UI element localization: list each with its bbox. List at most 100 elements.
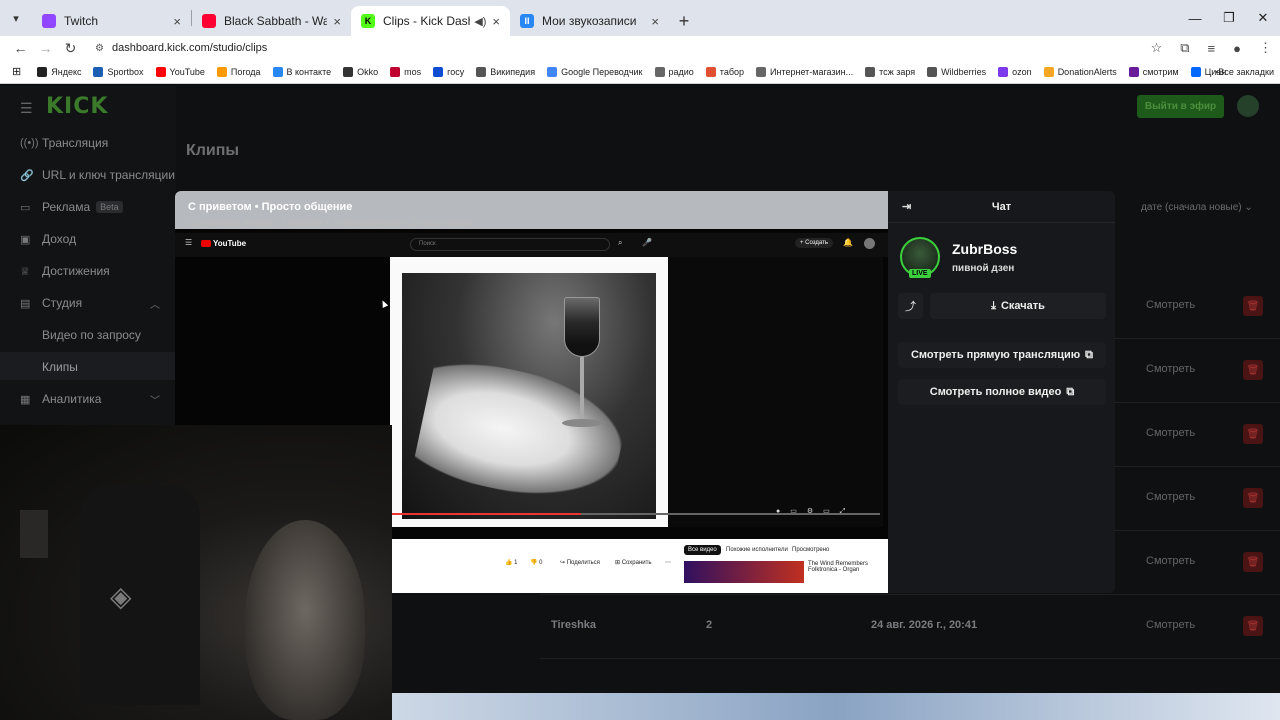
close-tab-icon[interactable]: × — [333, 14, 341, 29]
vk-favicon-icon: II — [520, 14, 534, 28]
bookmark-item[interactable]: Sportbox — [93, 66, 144, 77]
bookmark-item[interactable]: Интернет-магазин... — [756, 66, 853, 77]
bookmark-item[interactable]: Wildberries — [927, 66, 986, 77]
delete-clip-button[interactable]: 🗑 — [1243, 424, 1263, 444]
close-tab-icon[interactable]: × — [651, 14, 659, 29]
bookmark-item[interactable]: В контакте — [272, 66, 331, 77]
bookmark-item[interactable]: DonationAlerts — [1043, 66, 1117, 77]
sidebar-item-ads[interactable]: ▭ Реклама Beta — [20, 200, 123, 214]
forward-arrow-icon[interactable]: → — [33, 40, 58, 56]
bookmark-star-icon[interactable]: ☆ — [1151, 40, 1163, 56]
watch-clip-button[interactable]: Смотреть — [1146, 555, 1195, 567]
tab-vk-audio[interactable]: II Мои звукозаписи × — [510, 6, 669, 36]
restore-icon[interactable]: ❐ — [1212, 0, 1246, 36]
bookmark-item[interactable]: Википедия — [476, 66, 535, 77]
sidebar-item-achievements[interactable]: ♕ Достижения — [20, 264, 110, 278]
collapse-chat-icon[interactable]: ⇥ — [902, 200, 911, 213]
bookmark-label: YouTube — [169, 66, 205, 77]
sidebar-item-broadcast[interactable]: ((•)) Трансляция — [20, 136, 108, 150]
bookmark-favicon-icon — [216, 66, 227, 77]
watch-clip-button[interactable]: Смотреть — [1146, 491, 1195, 503]
speaker-icon[interactable]: ◀) — [474, 15, 486, 28]
delete-clip-button[interactable]: 🗑 — [1243, 616, 1263, 636]
bookmark-item[interactable]: госу — [433, 66, 464, 77]
site-info-icon[interactable]: ⚙ — [95, 43, 104, 54]
bookmark-favicon-icon — [1043, 66, 1054, 77]
bookmark-favicon-icon — [433, 66, 444, 77]
profile-avatar-icon[interactable]: ● — [1233, 41, 1241, 56]
new-tab-plus-icon[interactable]: + — [669, 6, 699, 36]
watch-clip-button[interactable]: Смотреть — [1146, 299, 1195, 311]
bookmark-item[interactable]: YouTube — [155, 66, 205, 77]
tab-youtube[interactable]: Black Sabbath - War Pigs - You × — [192, 6, 351, 36]
sidebar-item-vod[interactable]: Видео по запросу — [42, 328, 141, 342]
chevron-down-icon[interactable]: ﹀ — [150, 392, 160, 407]
close-window-icon[interactable]: ✕ — [1246, 0, 1280, 36]
sidebar-item-label: URL и ключ трансляции — [42, 168, 175, 182]
bookmark-favicon-icon — [37, 66, 48, 77]
sort-select[interactable]: дате (сначала новые) ⌄ — [1141, 202, 1253, 213]
all-bookmarks[interactable]: Все закладки — [1216, 60, 1274, 84]
bookmark-item[interactable]: Погода — [216, 66, 261, 77]
hamburger-menu-icon[interactable]: ☰ — [20, 100, 33, 117]
sidebar-item-analytics[interactable]: ▦ Аналитика — [20, 392, 101, 406]
bookmark-item[interactable]: mos — [390, 66, 421, 77]
delete-clip-button[interactable]: 🗑 — [1243, 360, 1263, 380]
toolbar-right: ☆ ⧉ ≡ ● ⋮ — [1151, 36, 1272, 60]
bookmark-item[interactable]: тсж заря — [865, 66, 915, 77]
bookmark-item[interactable]: табор — [705, 66, 744, 77]
chevron-up-icon[interactable]: ︿ — [150, 296, 160, 311]
media-control-icon[interactable]: ≡ — [1208, 41, 1216, 56]
bookmark-item[interactable]: радио — [654, 66, 694, 77]
like-value: 1 — [514, 560, 518, 566]
bookmark-item[interactable]: смотрим — [1128, 66, 1179, 77]
reload-icon[interactable]: ↻ — [58, 40, 83, 57]
go-live-button[interactable]: Выйти в эфир — [1137, 95, 1224, 118]
back-arrow-icon[interactable]: ← — [8, 40, 33, 56]
download-button[interactable]: ⤓ Скачать — [930, 293, 1106, 319]
extensions-puzzle-icon[interactable]: ⧉ — [1180, 40, 1189, 56]
progress-fill — [390, 513, 582, 515]
watch-full-label: Смотреть полное видео — [929, 386, 1062, 398]
watch-live-button[interactable]: Смотреть прямую трансляцию ⧉ — [898, 342, 1106, 368]
sidebar-item-clips[interactable]: Клипы — [42, 360, 78, 374]
tab-search-chevron-icon[interactable]: ▾ — [0, 0, 32, 36]
bookmark-label: DonationAlerts — [1057, 66, 1117, 77]
delete-clip-button[interactable]: 🗑 — [1243, 488, 1263, 508]
close-tab-icon[interactable]: × — [173, 14, 181, 29]
table-cell-author[interactable]: Tireshka — [551, 619, 596, 631]
streamer-name[interactable]: ZubrBoss — [952, 241, 1017, 257]
all-bookmarks-label: Все закладки — [1218, 67, 1274, 77]
apps-grid-icon[interactable]: ⊞ — [12, 65, 21, 78]
fullscreen-icon[interactable]: ⛶ — [853, 573, 862, 589]
bookmark-item[interactable]: Okko — [343, 66, 378, 77]
minimize-icon[interactable]: — — [1178, 0, 1212, 36]
kick-logo[interactable]: KICK — [46, 94, 108, 119]
bookmark-item[interactable]: Яндекс — [37, 66, 81, 77]
bookmark-favicon-icon — [1190, 66, 1201, 77]
bookmark-item[interactable]: ozon — [998, 66, 1032, 77]
tab-kick-clips[interactable]: K Clips - Kick Dashboard ◀) × — [351, 6, 510, 36]
bookmark-favicon-icon — [998, 66, 1009, 77]
watch-full-video-button[interactable]: Смотреть полное видео ⧉ — [898, 379, 1106, 405]
chair-logo-icon: ◈ — [110, 581, 132, 612]
url-field[interactable]: ⚙ dashboard.kick.com/studio/clips — [95, 42, 267, 54]
tab-twitch[interactable]: Twitch × — [32, 6, 191, 36]
desktop-wallpaper-strip — [392, 693, 1280, 720]
avatar[interactable] — [1237, 95, 1259, 117]
sidebar-item-income[interactable]: ▣ Доход — [20, 232, 76, 246]
close-tab-icon[interactable]: × — [492, 14, 500, 29]
stream-category[interactable]: пивной дзен — [952, 263, 1014, 274]
watch-clip-button[interactable]: Смотреть — [1146, 619, 1195, 631]
watch-clip-button[interactable]: Смотреть — [1146, 363, 1195, 375]
bookmark-favicon-icon — [93, 66, 104, 77]
delete-clip-button[interactable]: 🗑 — [1243, 296, 1263, 316]
wall-poster — [20, 510, 48, 558]
bookmark-item[interactable]: Google Переводчик — [547, 66, 643, 77]
watch-clip-button[interactable]: Смотреть — [1146, 427, 1195, 439]
delete-clip-button[interactable]: 🗑 — [1243, 552, 1263, 572]
sidebar-item-url-key[interactable]: 🔗 URL и ключ трансляции — [20, 168, 175, 182]
menu-kebab-icon[interactable]: ⋮ — [1259, 40, 1272, 56]
sidebar-item-studio[interactable]: ▤ Студия — [20, 296, 82, 310]
share-button[interactable]: ⤴ — [898, 293, 923, 319]
